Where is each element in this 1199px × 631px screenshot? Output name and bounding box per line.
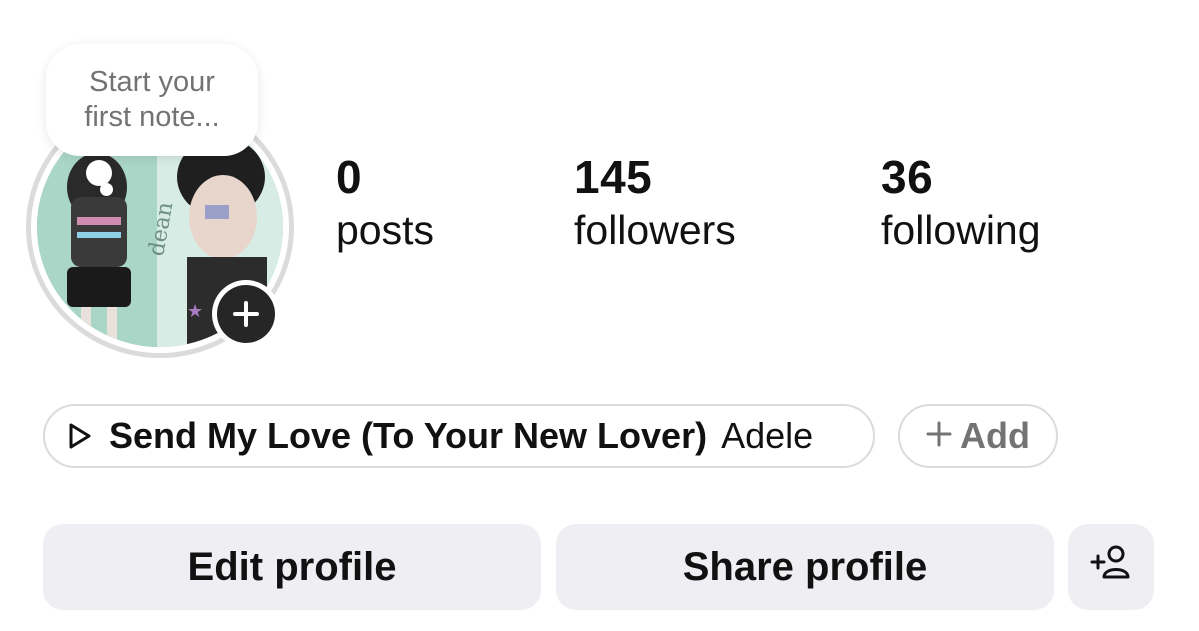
posts-label: posts (336, 207, 434, 253)
add-chip-label: Add (960, 415, 1030, 456)
discover-people-button[interactable] (1068, 524, 1154, 610)
add-person-icon (1090, 544, 1132, 590)
followers-count: 145 (574, 151, 653, 203)
posts-count: 0 (336, 151, 363, 203)
plus-icon (217, 285, 275, 343)
following-count: 36 (881, 151, 934, 203)
play-outline-icon (67, 421, 97, 451)
note-prompt: Start your first note... (84, 66, 220, 133)
note-tail-dot (100, 183, 113, 196)
plus-icon (926, 421, 952, 452)
followers-stat[interactable]: 145 followers (574, 150, 736, 256)
profile-music-chip[interactable]: Send My Love (To Your New Lover) Adele (43, 404, 875, 468)
song-artist: Adele (721, 415, 814, 456)
followers-label: followers (574, 207, 736, 253)
share-profile-button[interactable]: Share profile (556, 524, 1054, 610)
note-tail (86, 160, 112, 186)
note-bubble[interactable]: Start your first note... (46, 44, 258, 156)
posts-stat[interactable]: 0 posts (336, 150, 434, 256)
add-story-button[interactable] (212, 280, 280, 348)
add-chip-button[interactable]: Add (898, 404, 1058, 468)
edit-profile-button[interactable]: Edit profile (43, 524, 541, 610)
following-label: following (881, 207, 1041, 253)
song-title: Send My Love (To Your New Lover) (109, 415, 708, 456)
svg-text:★: ★ (187, 301, 203, 322)
following-stat[interactable]: 36 following (881, 150, 1041, 256)
